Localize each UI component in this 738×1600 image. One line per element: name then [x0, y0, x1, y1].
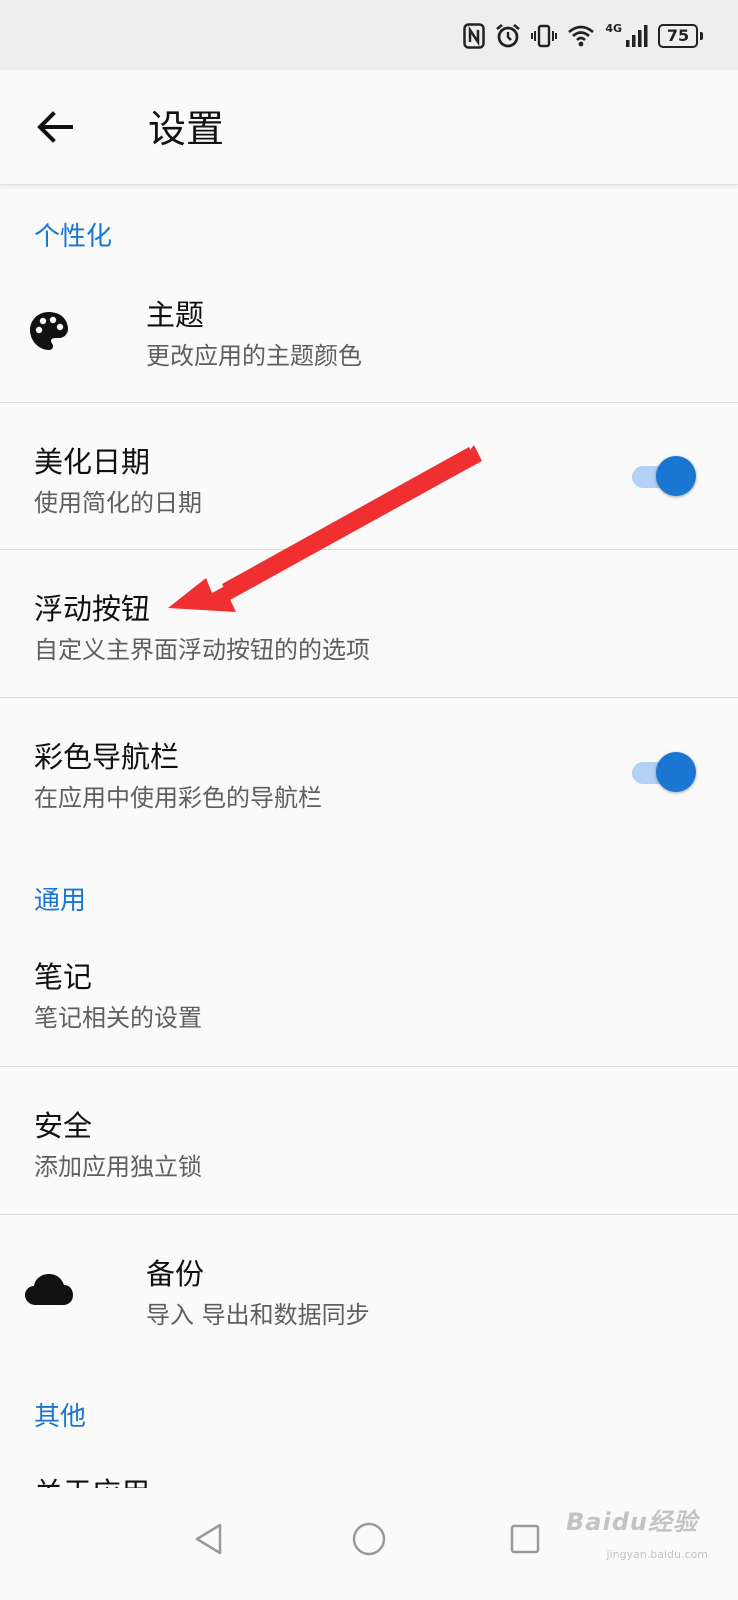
nav-back-button[interactable] [184, 1516, 234, 1566]
status-bar: 4G 75 [0, 0, 738, 70]
status-icons: 4G 75 [463, 20, 703, 52]
setting-pretty-date-subtitle: 使用简化的日期 [34, 489, 202, 517]
page-title: 设置 [148, 107, 225, 151]
setting-notes[interactable]: 笔记 笔记相关的设置 [0, 920, 738, 1066]
setting-floating-button-subtitle: 自定义主界面浮动按钮的的选项 [34, 636, 370, 664]
nav-home-button[interactable] [344, 1516, 394, 1566]
section-header-other: 其他 [34, 1402, 87, 1432]
battery-icon: 75 [658, 24, 703, 48]
pretty-date-toggle[interactable] [632, 456, 696, 496]
setting-backup-subtitle: 导入 导出和数据同步 [146, 1301, 370, 1329]
setting-floating-button[interactable]: 浮动按钮 自定义主界面浮动按钮的的选项 [0, 550, 738, 697]
vibrate-icon [531, 23, 558, 49]
baidu-watermark-url: jingyan.baidu.com [606, 1548, 708, 1561]
setting-about-title: 关于应用 [34, 1470, 150, 1488]
cloud-icon [24, 1273, 74, 1311]
colored-nav-toggle[interactable] [632, 752, 696, 792]
section-header-general: 通用 [34, 886, 87, 916]
setting-security[interactable]: 安全 添加应用独立锁 [0, 1067, 738, 1214]
setting-colored-nav-subtitle: 在应用中使用彩色的导航栏 [34, 784, 322, 812]
setting-floating-button-title: 浮动按钮 [34, 592, 151, 626]
setting-theme-title: 主题 [146, 298, 205, 332]
setting-security-subtitle: 添加应用独立锁 [34, 1153, 202, 1181]
setting-backup-title: 备份 [146, 1257, 205, 1291]
setting-notes-title: 笔记 [34, 960, 93, 994]
setting-theme[interactable]: 主题 更改应用的主题颜色 [0, 270, 738, 402]
nav-recents-icon [509, 1523, 541, 1559]
section-header-personalization: 个性化 [34, 222, 113, 252]
palette-icon [28, 310, 70, 356]
setting-security-title: 安全 [34, 1109, 93, 1143]
setting-pretty-date-title: 美化日期 [34, 445, 151, 479]
setting-backup[interactable]: 备份 导入 导出和数据同步 [0, 1215, 738, 1361]
back-button[interactable] [30, 104, 80, 154]
app-bar: 设置 [0, 70, 738, 185]
network-type-label: 4G [605, 21, 622, 35]
signal-icon [624, 24, 648, 48]
baidu-watermark: Baidu经验 [566, 1508, 698, 1536]
setting-theme-subtitle: 更改应用的主题颜色 [146, 342, 362, 370]
nav-back-icon [192, 1522, 226, 1560]
setting-pretty-date[interactable]: 美化日期 使用简化的日期 [0, 403, 738, 549]
nfc-icon [463, 23, 486, 49]
toggle-thumb [656, 752, 696, 792]
toggle-thumb [656, 456, 696, 496]
wifi-icon [567, 24, 595, 48]
setting-colored-nav[interactable]: 彩色导航栏 在应用中使用彩色的导航栏 [0, 698, 738, 844]
setting-colored-nav-title: 彩色导航栏 [34, 740, 180, 774]
nav-home-icon [351, 1521, 387, 1561]
setting-notes-subtitle: 笔记相关的设置 [34, 1004, 202, 1032]
nav-recents-button[interactable] [500, 1516, 550, 1566]
setting-about[interactable]: 关于应用 [0, 1440, 738, 1488]
arrow-back-icon [35, 110, 75, 148]
alarm-icon [495, 23, 521, 49]
